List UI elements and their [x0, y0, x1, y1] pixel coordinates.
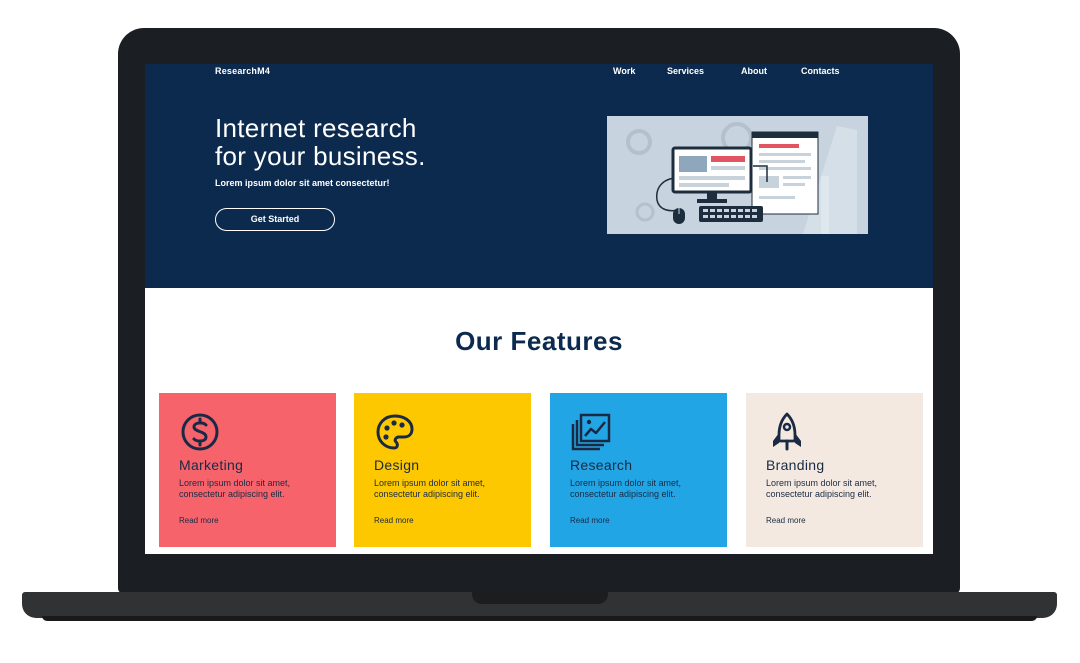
laptop-screen: ResearchM4 Work Services About Contacts …: [145, 64, 933, 554]
dollar-coin-icon: [181, 413, 219, 451]
card-title: Marketing: [179, 457, 244, 473]
hero-title: Internet research for your business.: [215, 114, 545, 170]
nav-about[interactable]: About: [741, 66, 767, 76]
chart-image-icon: [571, 413, 611, 451]
card-description: Lorem ipsum dolor sit amet, consectetur …: [179, 478, 291, 499]
feature-card-branding[interactable]: Branding Lorem ipsum dolor sit amet, con…: [746, 393, 923, 547]
card-description: Lorem ipsum dolor sit amet, consectetur …: [374, 478, 486, 499]
hero-title-line-2: for your business.: [215, 141, 426, 171]
hero-title-line-1: Internet research: [215, 113, 417, 143]
card-title: Design: [374, 457, 420, 473]
computer-illustration: [607, 116, 868, 234]
nav-contacts[interactable]: Contacts: [801, 66, 840, 76]
read-more-link[interactable]: Read more: [766, 516, 806, 525]
brand-logo[interactable]: ResearchM4: [215, 66, 270, 76]
feature-card-research[interactable]: Research Lorem ipsum dolor sit amet, con…: [550, 393, 727, 547]
palette-icon: [376, 414, 414, 450]
nav-work[interactable]: Work: [613, 66, 635, 76]
read-more-link[interactable]: Read more: [570, 516, 610, 525]
hero-section: ResearchM4 Work Services About Contacts …: [145, 64, 933, 288]
feature-card-design[interactable]: Design Lorem ipsum dolor sit amet, conse…: [354, 393, 531, 547]
card-description: Lorem ipsum dolor sit amet, consectetur …: [570, 478, 682, 499]
card-title: Branding: [766, 457, 825, 473]
read-more-link[interactable]: Read more: [179, 516, 219, 525]
feature-card-marketing[interactable]: Marketing Lorem ipsum dolor sit amet, co…: [159, 393, 336, 547]
hero-subtitle: Lorem ipsum dolor sit amet consectetur!: [215, 178, 390, 188]
laptop-base-shadow: [42, 616, 1037, 621]
card-description: Lorem ipsum dolor sit amet, consectetur …: [766, 478, 878, 499]
laptop-notch: [472, 592, 608, 604]
rocket-icon: [773, 412, 801, 451]
features-heading: Our Features: [455, 326, 623, 356]
read-more-link[interactable]: Read more: [374, 516, 414, 525]
get-started-button[interactable]: Get Started: [215, 208, 335, 231]
card-title: Research: [570, 457, 633, 473]
nav-services[interactable]: Services: [667, 66, 704, 76]
